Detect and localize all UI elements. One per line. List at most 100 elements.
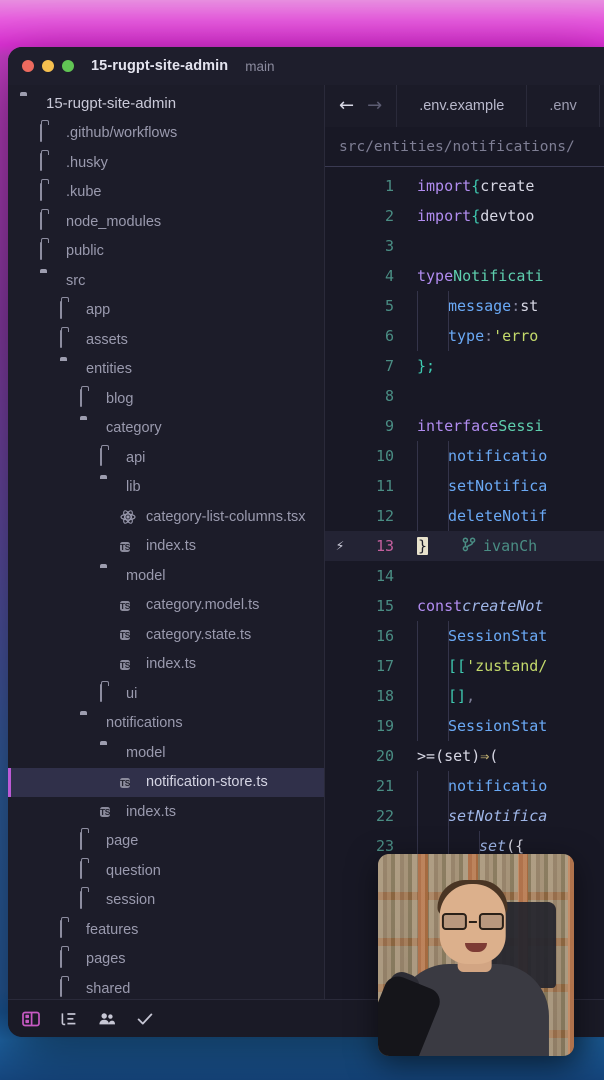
line-number: 17 xyxy=(375,657,394,675)
tree-item-src[interactable]: src xyxy=(8,266,325,296)
code-token: setNotifica xyxy=(448,477,548,495)
code-line-18[interactable]: 18 [], xyxy=(325,681,604,711)
tree-item-category[interactable]: category xyxy=(8,414,325,444)
tree-item-model[interactable]: model xyxy=(8,561,325,591)
tree-item-index-ts[interactable]: TS index.ts xyxy=(8,650,325,680)
tree-item--github-workflows[interactable]: .github/workflows xyxy=(8,119,325,149)
git-branch-label[interactable]: main xyxy=(245,59,274,74)
tree-item-notification-store-ts[interactable]: TS notification-store.ts xyxy=(8,767,325,797)
code-line-5[interactable]: 5 message: st xyxy=(325,291,604,321)
code-token: { xyxy=(471,207,481,225)
code-line-3[interactable]: 3 xyxy=(325,231,604,261)
text-cursor: } xyxy=(417,537,429,555)
code-token: SessionStat xyxy=(448,627,548,645)
code-line-2[interactable]: 2 import { devtoo xyxy=(325,201,604,231)
tree-item-public[interactable]: public xyxy=(8,237,325,267)
editor-nav-buttons[interactable]: ← → xyxy=(325,85,398,127)
navigate-forward-icon[interactable]: → xyxy=(367,97,382,115)
breadcrumb[interactable]: src/entities/notifications/ xyxy=(325,127,604,167)
tree-item-model[interactable]: model xyxy=(8,738,325,768)
navigate-back-icon[interactable]: ← xyxy=(339,97,354,115)
tree-item-ui[interactable]: ui xyxy=(8,679,325,709)
code-line-content: } ivanCh xyxy=(399,536,537,556)
code-token: st xyxy=(520,297,539,315)
code-token: devtoo xyxy=(480,207,535,225)
folder-open-icon xyxy=(100,567,117,584)
maximize-window-button[interactable] xyxy=(62,60,74,72)
tab-env-example[interactable]: .env.example xyxy=(397,85,528,127)
code-line-4[interactable]: 4 type Notificati xyxy=(325,261,604,291)
code-line-1[interactable]: 1 import { create xyxy=(325,171,604,201)
code-line-10[interactable]: 10 notificatio xyxy=(325,441,604,471)
git-blame-annotation[interactable]: ivanCh xyxy=(462,536,537,556)
code-line-16[interactable]: 16 SessionStat xyxy=(325,621,604,651)
tree-item-index-ts[interactable]: TS index.ts xyxy=(8,532,325,562)
close-window-button[interactable] xyxy=(22,60,34,72)
code-line-8[interactable]: 8 xyxy=(325,381,604,411)
code-line-22[interactable]: 22 setNotifica xyxy=(325,801,604,831)
tree-item-category-state-ts[interactable]: TS category.state.ts xyxy=(8,620,325,650)
tree-item-category-model-ts[interactable]: TS category.model.ts xyxy=(8,591,325,621)
folder-icon xyxy=(60,979,77,998)
code-line-17[interactable]: 17 [['zustand/ xyxy=(325,651,604,681)
toggle-sidebar-icon[interactable] xyxy=(22,1010,40,1028)
tree-item-app[interactable]: app xyxy=(8,296,325,326)
code-token: > xyxy=(417,747,427,765)
line-number: 2 xyxy=(384,207,394,225)
code-line-19[interactable]: 19 SessionStat xyxy=(325,711,604,741)
code-token: setNotifica xyxy=(448,807,548,825)
code-line-12[interactable]: 12 deleteNotif xyxy=(325,501,604,531)
project-file-tree[interactable]: 15-rugpt-site-admin .github/workflows .hus… xyxy=(8,85,325,999)
presenter-glasses xyxy=(441,913,504,930)
tree-item-pages[interactable]: pages xyxy=(8,945,325,975)
outline-list-icon[interactable] xyxy=(60,1010,78,1028)
editor-tabbar[interactable]: ← → .env.example .env xyxy=(325,85,604,127)
tree-item-entities[interactable]: entities xyxy=(8,355,325,385)
code-token: Sessi xyxy=(498,417,544,435)
tree-item-api[interactable]: api xyxy=(8,443,325,473)
folder-icon xyxy=(40,241,57,260)
tree-item-page[interactable]: page xyxy=(8,827,325,857)
checkmark-icon[interactable] xyxy=(136,1010,154,1028)
tree-item--husky[interactable]: .husky xyxy=(8,148,325,178)
traffic-light-buttons[interactable] xyxy=(22,60,74,72)
code-line-20[interactable]: 20 > = (set) ⇒ ( xyxy=(325,741,604,771)
code-line-9[interactable]: 9 interface Sessi xyxy=(325,411,604,441)
tree-item-category-list-columns-tsx[interactable]: category-list-columns.tsx xyxy=(8,502,325,532)
tree-item-question[interactable]: question xyxy=(8,856,325,886)
tree-item-notifications[interactable]: notifications xyxy=(8,709,325,739)
code-line-11[interactable]: 11 setNotifica xyxy=(325,471,604,501)
tree-item-label: page xyxy=(106,833,139,849)
code-line-14[interactable]: 14 xyxy=(325,561,604,591)
window-titlebar[interactable]: 15-rugpt-site-admin main xyxy=(8,47,604,85)
code-line-7[interactable]: 7}; xyxy=(325,351,604,381)
tree-item-lib[interactable]: lib xyxy=(8,473,325,503)
code-line-21[interactable]: 21 notificatio xyxy=(325,771,604,801)
tree-item-assets[interactable]: assets xyxy=(8,325,325,355)
indent-guide xyxy=(417,801,448,831)
tree-item-node-modules[interactable]: node_modules xyxy=(8,207,325,237)
tree-item-label: blog xyxy=(106,390,134,407)
tab-env[interactable]: .env xyxy=(527,85,600,127)
folder-icon xyxy=(60,300,77,319)
tree-item--kube[interactable]: .kube xyxy=(8,178,325,208)
tree-item-features[interactable]: features xyxy=(8,915,325,945)
lightning-bolt-icon[interactable]: ⚡ xyxy=(325,539,355,553)
folder-open-icon xyxy=(80,715,97,732)
tree-item-session[interactable]: session xyxy=(8,886,325,916)
react-file-icon xyxy=(120,509,137,526)
code-line-13[interactable]: ⚡ 13} ivanCh xyxy=(325,531,604,561)
minimize-window-button[interactable] xyxy=(42,60,54,72)
tree-item-shared[interactable]: shared xyxy=(8,974,325,999)
code-line-15[interactable]: 15 const createNot xyxy=(325,591,604,621)
code-token: create xyxy=(480,177,535,195)
indent-guide xyxy=(417,681,448,711)
tree-item-index-ts[interactable]: TS index.ts xyxy=(8,797,325,827)
folder-icon xyxy=(60,920,62,939)
code-line-6[interactable]: 6 type: 'erro xyxy=(325,321,604,351)
collaborators-icon[interactable] xyxy=(98,1010,116,1028)
tree-item-15-rugpt-site-admin[interactable]: 15-rugpt-site-admin xyxy=(8,89,325,119)
code-token: ) xyxy=(471,747,481,765)
tree-item-label: ui xyxy=(126,685,138,702)
tree-item-blog[interactable]: blog xyxy=(8,384,325,414)
